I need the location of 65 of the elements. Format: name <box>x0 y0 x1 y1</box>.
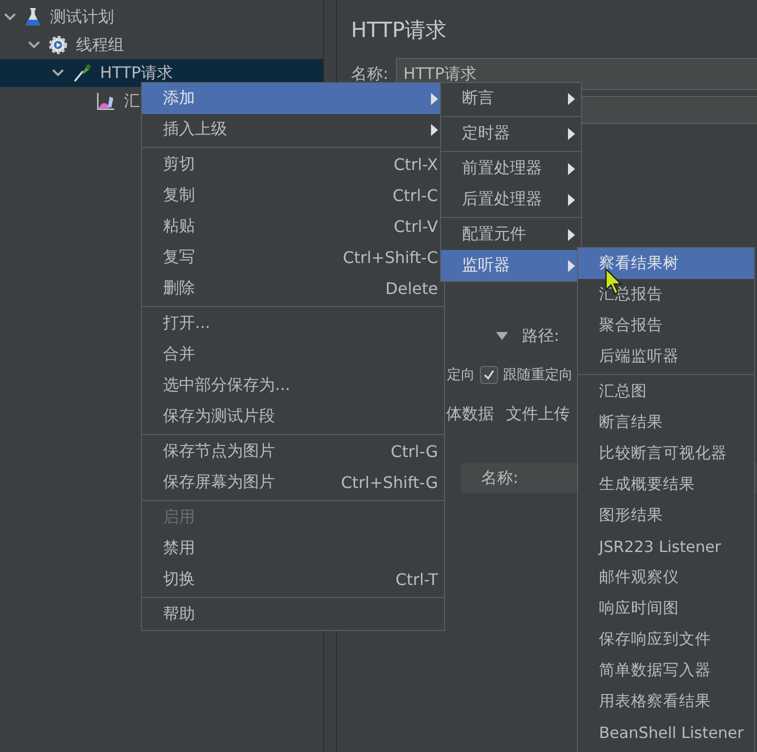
menu-item[interactable]: 选中部分保存为... <box>142 370 444 401</box>
redirect-option-label: 定向 <box>447 366 475 384</box>
menu-item[interactable]: 保存屏幕为图片 Ctrl+Shift-G <box>142 467 444 498</box>
menu-item[interactable]: 后端监听器 <box>578 341 754 372</box>
menu-item[interactable]: 简单数据写入器 <box>578 655 754 686</box>
dropdown-arrow-icon[interactable] <box>496 332 508 340</box>
column-header: 名称: <box>481 468 518 488</box>
submenu-arrow-icon <box>568 128 575 140</box>
expand-chevron-icon[interactable] <box>52 69 64 77</box>
submenu-arrow-icon <box>568 228 575 240</box>
submenu-arrow-icon <box>568 260 575 272</box>
expand-chevron-icon[interactable] <box>28 41 40 49</box>
menu-item[interactable]: 汇总图 <box>578 376 754 407</box>
tree-item-label[interactable]: 汇 <box>124 90 140 112</box>
submenu-arrow-icon <box>431 92 438 104</box>
menu-item[interactable]: 保存响应到文件 <box>578 624 754 655</box>
tree-item-label[interactable]: 测试计划 <box>50 6 114 28</box>
menu-item[interactable]: 响应时间图 <box>578 593 754 624</box>
tree-item-label[interactable]: HTTP请求 <box>100 62 173 84</box>
menu-item[interactable]: 复写 Ctrl+Shift-C <box>142 242 444 273</box>
body-tab[interactable]: 体数据 <box>446 404 494 425</box>
checkmark-icon <box>483 369 495 381</box>
menu-item[interactable]: 察看结果树 <box>578 248 754 279</box>
menu-item[interactable]: 保存为测试片段 <box>142 401 444 432</box>
menu-item[interactable]: 配置元件 <box>441 219 581 250</box>
menu-item[interactable]: 剪切 Ctrl-X <box>142 149 444 180</box>
expand-chevron-icon[interactable] <box>4 13 16 21</box>
body-tab[interactable]: 文件上传 <box>506 404 570 425</box>
menu-item[interactable]: BeanShell Listener <box>578 717 754 748</box>
chart-icon <box>96 91 116 111</box>
menu-item[interactable]: 用表格察看结果 <box>578 686 754 717</box>
tree-row-highlight[interactable]: HTTP请求 <box>0 59 323 87</box>
menu-item[interactable]: 复制 Ctrl-C <box>142 180 444 211</box>
menu-item[interactable]: 邮件观察仪 <box>578 562 754 593</box>
submenu-arrow-icon <box>568 194 575 206</box>
menu-item[interactable]: 切换 Ctrl-T <box>142 564 444 595</box>
menu-item[interactable]: 图形结果 <box>578 500 754 531</box>
menu-item[interactable]: 生成概要结果 <box>578 469 754 500</box>
pipette-icon <box>72 63 92 83</box>
menu-item[interactable]: 打开... <box>142 308 444 339</box>
menu-item[interactable]: 比较断言可视化器 <box>578 438 754 469</box>
submenu-arrow-icon <box>568 92 575 104</box>
menu-item[interactable]: 删除 Delete <box>142 273 444 304</box>
panel-title: HTTP请求 <box>351 17 448 44</box>
menu-item[interactable]: 保存节点为图片 Ctrl-G <box>142 436 444 467</box>
menu-item[interactable]: 断言结果 <box>578 407 754 438</box>
flask-icon <box>24 7 42 27</box>
follow-redirects-checkbox[interactable] <box>480 366 498 384</box>
submenu-arrow-icon <box>431 124 438 136</box>
follow-redirects-label: 跟随重定向 <box>503 366 573 384</box>
menu-item[interactable]: 定时器 <box>441 118 581 149</box>
menu-item[interactable]: 帮助 <box>142 599 444 630</box>
path-label: 路径: <box>522 326 560 346</box>
menu-item[interactable]: JSR223 Listener <box>578 531 754 562</box>
menu-item[interactable]: 后置处理器 <box>441 184 581 215</box>
menu-item[interactable]: 聚合报告 <box>578 310 754 341</box>
tree-item-label[interactable]: 线程组 <box>76 34 124 56</box>
menu-item[interactable]: 合并 <box>142 339 444 370</box>
menu-item[interactable]: 禁用 <box>142 533 444 564</box>
gear-icon <box>48 35 68 55</box>
name-label: 名称: <box>351 64 388 84</box>
menu-item[interactable]: 前置处理器 <box>441 153 581 184</box>
menu-item[interactable]: 粘贴 Ctrl-V <box>142 211 444 242</box>
submenu-arrow-icon <box>568 162 575 174</box>
menu-item[interactable]: 插入上级 <box>142 114 444 145</box>
